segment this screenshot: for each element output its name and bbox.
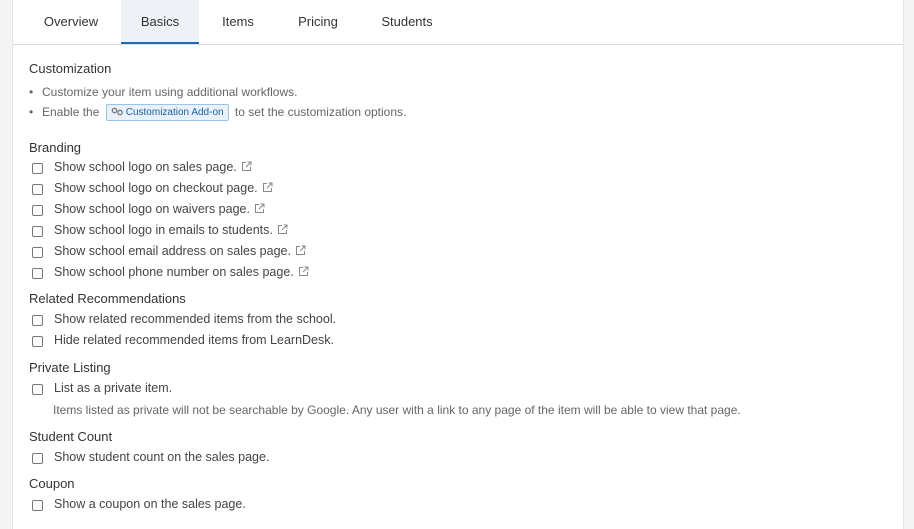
coupon-title: Coupon (29, 476, 75, 491)
branding-checkbox[interactable] (32, 247, 43, 258)
tab-basics[interactable]: Basics (121, 0, 199, 44)
private-title: Private Listing (29, 360, 111, 375)
related-checkbox[interactable] (32, 315, 43, 326)
related-checkbox[interactable] (32, 336, 43, 347)
external-link-icon[interactable] (262, 182, 273, 193)
student-count-title: Student Count (29, 429, 113, 444)
branding-title: Branding (29, 140, 82, 155)
external-link-icon[interactable] (298, 266, 309, 277)
external-link-icon[interactable] (295, 245, 306, 256)
branding-checkbox[interactable] (32, 205, 43, 216)
private-checkbox[interactable] (32, 384, 43, 395)
customization-addon-button[interactable]: Customization Add-on (105, 104, 229, 121)
student-count-checkbox[interactable] (32, 453, 43, 464)
tab-bar: Overview Basics Items Pricing Students (13, 0, 903, 45)
branding-checkbox[interactable] (32, 184, 43, 195)
customization-title: Customization (29, 61, 112, 76)
tab-overview[interactable]: Overview (29, 0, 113, 44)
external-link-icon[interactable] (277, 224, 288, 235)
settings-card: Overview Basics Items Pricing Students C… (12, 0, 904, 529)
private-note: Items listed as private will not be sear… (53, 403, 741, 417)
tab-students[interactable]: Students (367, 0, 447, 44)
related-title: Related Recommendations (29, 291, 186, 306)
external-link-icon[interactable] (254, 203, 265, 214)
branding-checkbox[interactable] (32, 268, 43, 279)
external-link-icon[interactable] (241, 161, 252, 172)
tab-items[interactable]: Items (207, 0, 269, 44)
gears-icon (111, 107, 123, 116)
coupon-checkbox[interactable] (32, 500, 43, 511)
tab-pricing[interactable]: Pricing (283, 0, 353, 44)
branding-checkbox[interactable] (32, 226, 43, 237)
branding-checkbox[interactable] (32, 163, 43, 174)
